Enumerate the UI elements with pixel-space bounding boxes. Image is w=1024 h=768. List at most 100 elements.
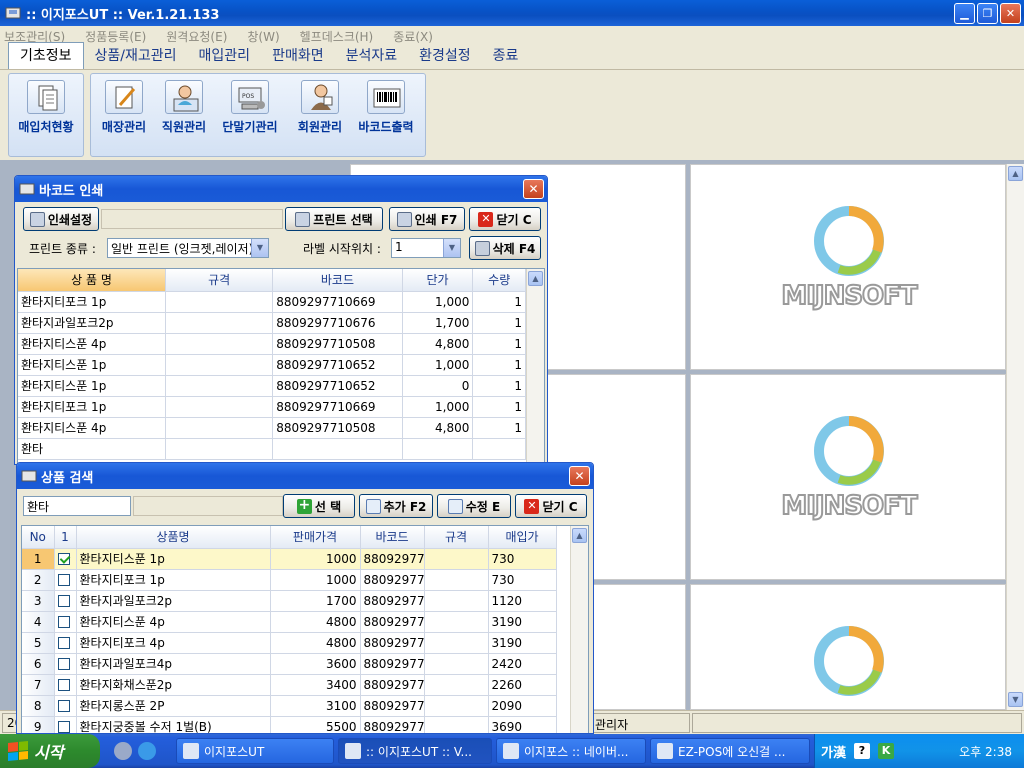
ime-indicator[interactable]: 가漢	[821, 742, 846, 761]
cell-spec[interactable]	[165, 354, 274, 376]
tab-sales[interactable]: 판매화면	[261, 43, 335, 69]
close-button[interactable]: ✕	[1000, 3, 1021, 24]
staff-manage-button[interactable]: 직원관리	[151, 80, 217, 135]
print-button[interactable]: 인쇄 F7	[389, 207, 465, 231]
cell-price[interactable]: 1700	[270, 590, 361, 612]
select-button[interactable]: + 선 택	[283, 494, 355, 518]
cell-barcode[interactable]: 880929771	[360, 716, 425, 733]
cell-check[interactable]	[54, 653, 77, 675]
minimize-button[interactable]: ▁	[954, 3, 975, 24]
checkbox[interactable]	[57, 721, 70, 733]
search-dialog-title-bar[interactable]: 상품 검색	[17, 463, 593, 489]
cell-barcode[interactable]: 880929771	[360, 548, 425, 570]
cell-name[interactable]: 환타지티스푼 1p	[18, 375, 167, 397]
cell-name[interactable]: 환타지티스푼 1p	[18, 354, 167, 376]
cell-barcode[interactable]: 8809297710669	[272, 396, 403, 418]
scroll-down-icon[interactable]: ▼	[1008, 692, 1023, 707]
supplier-list-button[interactable]: 매입처현황	[13, 80, 79, 135]
cell-spec[interactable]	[165, 396, 274, 418]
checkbox[interactable]	[57, 616, 70, 628]
cell-spec[interactable]	[165, 417, 274, 439]
cell-name[interactable]: 환타지티포크 1p	[18, 291, 167, 313]
menu-remote[interactable]: 원격요청(E)	[166, 28, 227, 45]
cell-cost[interactable]: 2420	[488, 653, 557, 675]
col-barcode[interactable]: 바코드	[272, 269, 403, 292]
cell-barcode[interactable]: 880929771	[360, 653, 425, 675]
cell-barcode[interactable]: 8809297710508	[272, 417, 403, 439]
edit-button[interactable]: 수정 E	[437, 494, 511, 518]
cell-spec[interactable]	[424, 674, 489, 696]
cell-barcode[interactable]: 8809297710652	[272, 354, 403, 376]
col-qty[interactable]: 수량	[472, 269, 526, 292]
cell-name[interactable]: 환타지과일포크4p	[76, 653, 271, 675]
tab-basic-info[interactable]: 기초정보	[8, 42, 84, 69]
terminal-manage-button[interactable]: POS 단말기관리	[217, 80, 283, 135]
cell-spec[interactable]	[165, 291, 274, 313]
cell-barcode[interactable]: 8809297710676	[272, 312, 403, 334]
cell-spec[interactable]	[424, 653, 489, 675]
cell-check[interactable]	[54, 716, 77, 733]
cell-barcode[interactable]: 8809297710508	[272, 333, 403, 355]
scroll-up-icon[interactable]: ▲	[528, 271, 543, 286]
cell-price[interactable]	[402, 438, 474, 460]
internet-explorer-icon[interactable]	[138, 742, 156, 760]
cell-name[interactable]: 환타지궁중볼 수저 1벌(B)	[76, 716, 271, 733]
cell-qty[interactable]: 1	[472, 375, 526, 397]
menu-window[interactable]: 창(W)	[247, 28, 279, 45]
cell-name[interactable]: 환타지과일포크2p	[76, 590, 271, 612]
table-row[interactable]: 2 환타지티포크 1p1000880929771 730	[22, 569, 557, 591]
cell-cost[interactable]: 3690	[488, 716, 557, 733]
cell-price[interactable]: 4,800	[402, 417, 474, 439]
col-no[interactable]: No	[22, 526, 55, 549]
checkbox[interactable]	[57, 637, 70, 649]
table-row[interactable]: 4 환타지티스푼 4p4800880929771 3190	[22, 611, 557, 633]
tray-app-icon[interactable]: K	[877, 743, 894, 759]
cell-qty[interactable]: 1	[472, 417, 526, 439]
checkbox[interactable]	[57, 700, 70, 712]
cell-cost[interactable]: 2090	[488, 695, 557, 717]
cell-cost[interactable]: 3190	[488, 611, 557, 633]
cell-qty[interactable]: 1	[472, 354, 526, 376]
col-product-name[interactable]: 상 품 명	[18, 269, 167, 292]
cell-price[interactable]: 4800	[270, 632, 361, 654]
cell-price[interactable]: 4800	[270, 611, 361, 633]
cell-name[interactable]: 환타지티포크 4p	[76, 632, 271, 654]
cell-price[interactable]: 3100	[270, 695, 361, 717]
cell-price[interactable]: 5500	[270, 716, 361, 733]
tab-exit[interactable]: 종료	[482, 43, 530, 69]
cell-name[interactable]: 환타지티스푼 4p	[76, 611, 271, 633]
cell-name[interactable]: 환타지티스푼 1p	[76, 548, 271, 570]
tab-analysis[interactable]: 분석자료	[335, 43, 409, 69]
cell-price[interactable]: 1,000	[402, 291, 474, 313]
checkbox[interactable]	[57, 553, 70, 565]
table-row[interactable]: 환타지티포크 1p 8809297710669 1,000 1	[18, 291, 526, 313]
cell-qty[interactable]: 1	[472, 396, 526, 418]
print-settings-button[interactable]: 인쇄설정	[23, 207, 99, 231]
start-button[interactable]: 시작	[0, 734, 100, 768]
table-row[interactable]: 3 환타지과일포크2p1700880929771 1120	[22, 590, 557, 612]
tab-product-stock[interactable]: 상품/재고관리	[84, 43, 188, 69]
tab-settings[interactable]: 환경설정	[408, 43, 482, 69]
barcode-close-button[interactable]: ✕ 닫기 C	[469, 207, 541, 231]
menu-register[interactable]: 정품등록(E)	[85, 28, 146, 45]
table-row[interactable]: 9 환타지궁중볼 수저 1벌(B)5500880929771 3690	[22, 716, 557, 733]
taskbar-item-naver[interactable]: 이지포스 :: 네이버...	[496, 738, 646, 764]
cell-price[interactable]: 3600	[270, 653, 361, 675]
search-close-button[interactable]: ✕ 닫기 C	[515, 494, 587, 518]
col-spec[interactable]: 규격	[165, 269, 274, 292]
printer-select-button[interactable]: 프린트 선택	[285, 207, 383, 231]
cell-price[interactable]: 1000	[270, 548, 361, 570]
col-barcode[interactable]: 바코드	[360, 526, 425, 549]
table-row[interactable]: 환타지티스푼 4p 8809297710508 4,800 1	[18, 333, 526, 355]
barcode-grid-scrollbar[interactable]: ▲	[526, 269, 544, 463]
member-manage-button[interactable]: 회원관리	[287, 80, 353, 135]
table-row[interactable]: 6 환타지과일포크4p3600880929771 2420	[22, 653, 557, 675]
taskbar-item-easypos-main[interactable]: :: 이지포스UT :: V...	[338, 738, 492, 764]
cell-check[interactable]	[54, 695, 77, 717]
table-row[interactable]: 환타지티스푼 1p 8809297710652 1,000 1	[18, 354, 526, 376]
product-search-input[interactable]: 환타	[23, 496, 131, 516]
mdi-scrollbar[interactable]: ▲ ▼	[1006, 164, 1024, 710]
cell-check[interactable]	[54, 674, 77, 696]
table-row[interactable]: 환타지과일포크2p 8809297710676 1,700 1	[18, 312, 526, 334]
cell-spec[interactable]	[424, 569, 489, 591]
